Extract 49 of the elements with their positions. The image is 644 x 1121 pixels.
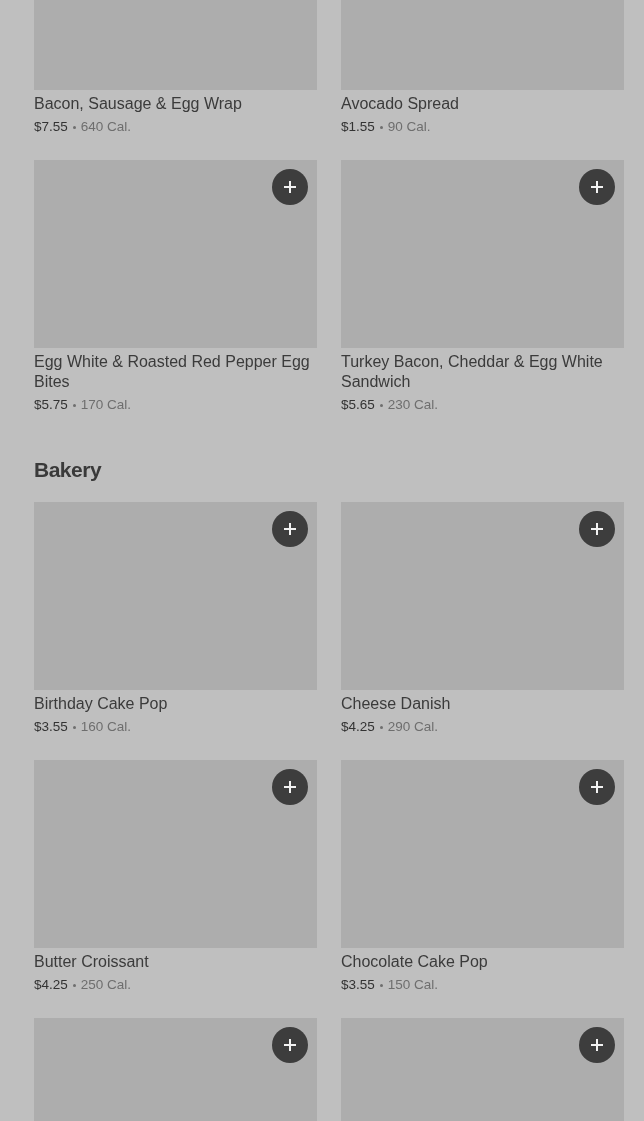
add-button[interactable] <box>272 1027 308 1063</box>
item-name: Chocolate Cake Pop <box>341 952 489 972</box>
item-name: Avocado Spread <box>341 94 460 114</box>
separator-dot-icon <box>72 403 76 407</box>
item-calories: 90 Cal. <box>387 118 431 136</box>
section-heading: Bakery <box>34 457 103 483</box>
item-name: Bacon, Sausage & Egg Wrap <box>34 94 243 114</box>
item-price: $3.55 <box>34 718 68 736</box>
add-button[interactable] <box>579 511 615 547</box>
plus-icon <box>591 781 603 793</box>
separator-dot-icon <box>72 125 76 129</box>
add-button[interactable] <box>272 169 308 205</box>
item-price: $3.55 <box>341 976 375 994</box>
item-price: $1.55 <box>341 118 375 136</box>
item-price: $7.55 <box>34 118 68 136</box>
plus-icon <box>284 523 296 535</box>
plus-icon <box>284 781 296 793</box>
separator-dot-icon <box>72 725 76 729</box>
add-button[interactable] <box>272 769 308 805</box>
item-price: $4.25 <box>341 718 375 736</box>
item-calories: 290 Cal. <box>387 718 439 736</box>
item-calories: 230 Cal. <box>387 396 439 414</box>
plus-icon <box>284 1039 296 1051</box>
item-calories: 160 Cal. <box>80 718 132 736</box>
add-button[interactable] <box>579 769 615 805</box>
item-name: Turkey Bacon, Cheddar & Egg White Sandwich <box>341 352 604 392</box>
separator-dot-icon <box>72 983 76 987</box>
plus-icon <box>284 181 296 193</box>
item-name: Cheese Danish <box>341 694 452 714</box>
item-calories: 170 Cal. <box>80 396 132 414</box>
separator-dot-icon <box>379 125 383 129</box>
separator-dot-icon <box>379 983 383 987</box>
item-name: Butter Croissant <box>34 952 150 972</box>
add-button[interactable] <box>579 169 615 205</box>
item-price: $5.75 <box>34 396 68 414</box>
item-name: Egg White & Roasted Red Pepper Egg Bites <box>34 352 311 392</box>
item-calories: 250 Cal. <box>80 976 132 994</box>
plus-icon <box>591 1039 603 1051</box>
separator-dot-icon <box>379 403 383 407</box>
separator-dot-icon <box>379 725 383 729</box>
item-calories: 640 Cal. <box>80 118 132 136</box>
add-button[interactable] <box>272 511 308 547</box>
plus-icon <box>591 523 603 535</box>
item-name: Birthday Cake Pop <box>34 694 169 714</box>
add-button[interactable] <box>579 1027 615 1063</box>
item-price: $4.25 <box>34 976 68 994</box>
item-calories: 150 Cal. <box>387 976 439 994</box>
plus-icon <box>591 181 603 193</box>
item-price: $5.65 <box>341 396 375 414</box>
